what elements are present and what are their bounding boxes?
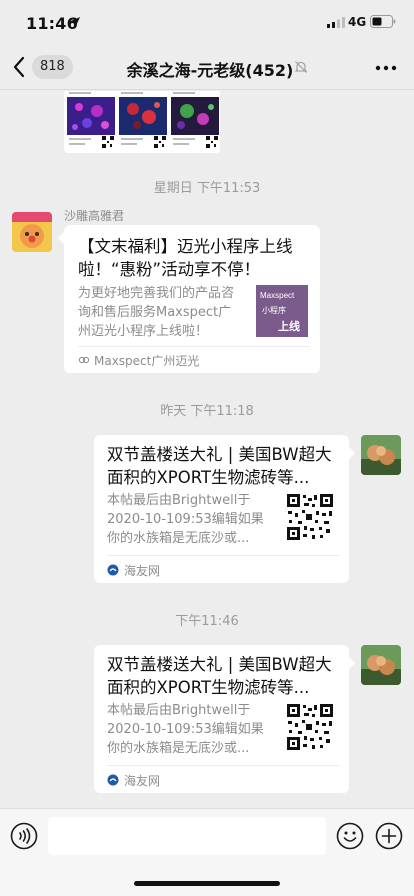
mini-program-icon [78,356,90,364]
card-source: 海友网 [124,774,161,788]
link-card[interactable]: 【文末福利】迈光小程序上线啦！“惠粉”活动享不停！ 为更好地完善我们的产品咨询和… [64,225,320,373]
location-arrow-icon [70,17,80,27]
poster-photo [171,97,219,135]
voice-icon[interactable] [10,822,38,850]
qr-code-icon [206,136,218,148]
avatar[interactable] [361,435,401,475]
plus-icon[interactable] [375,822,403,850]
poster-image [118,91,168,151]
qr-code-thumbnail [286,493,334,541]
message-timestamp: 星期日 下午11:53 [153,181,261,196]
card-source: 海友网 [124,564,161,578]
link-card[interactable]: 双节盖楼送大礼 | 美国BW超大面积的XPORT生物滤砖等... 本帖最后由Br… [94,435,349,583]
poster-photo [119,97,167,135]
status-bar: 11:46 4G [0,0,414,44]
card-description: 为更好地完善我们的产品咨询和售后服务Maxspect广州迈光小程序上线啦！ [78,286,235,339]
card-title: 【文末福利】迈光小程序上线啦！“惠粉”活动享不停！ [78,237,293,279]
image-message[interactable] [64,91,220,153]
home-indicator [134,881,280,886]
card-title: 双节盖楼送大礼 | 美国BW超大面积的XPORT生物滤砖等... [107,655,332,697]
chevron-left-icon[interactable] [12,56,26,78]
network-type: 4G [348,15,367,29]
card-description: 本帖最后由Brightwell于2020-10-109:53编辑如果你的水族箱是… [107,703,264,756]
qr-code-thumbnail [286,703,334,751]
sender-name: 沙雕高雅君 [64,209,125,223]
message-timestamp: 昨天 下午11:18 [160,404,254,419]
qr-code-icon [154,136,166,148]
qr-code-icon [102,136,114,148]
battery-icon [370,15,396,28]
chat-header: 818 余溪之海-元老级(452) [0,44,414,90]
card-thumbnail: Maxspect 小程序 上线 [256,285,308,337]
card-description: 本帖最后由Brightwell于2020-10-109:53编辑如果你的水族箱是… [107,493,264,546]
site-logo-icon [107,774,119,786]
link-card[interactable]: 双节盖楼送大礼 | 美国BW超大面积的XPORT生物滤砖等... 本帖最后由Br… [94,645,349,793]
card-title: 双节盖楼送大礼 | 美国BW超大面积的XPORT生物滤砖等... [107,445,332,487]
site-logo-icon [107,564,119,576]
mute-bell-icon [294,61,308,73]
more-dots-icon[interactable] [375,65,397,71]
poster-image [170,91,220,151]
card-source: Maxspect广州迈光 [94,354,200,368]
poster-photo [67,97,115,135]
emoji-icon[interactable] [336,822,364,850]
avatar[interactable] [12,212,52,252]
chat-title: 余溪之海-元老级(452) [126,61,294,80]
message-list[interactable]: 星期日 下午11:53 沙雕高雅君 【文末福利】迈光小程序上线啦！“惠粉”活动享… [0,91,414,808]
avatar[interactable] [361,645,401,685]
message-timestamp: 下午11:46 [175,614,239,629]
message-input[interactable] [48,817,326,855]
cell-signal-icon [327,17,345,28]
unread-count-badge[interactable]: 818 [32,55,73,79]
poster-image [66,91,116,151]
